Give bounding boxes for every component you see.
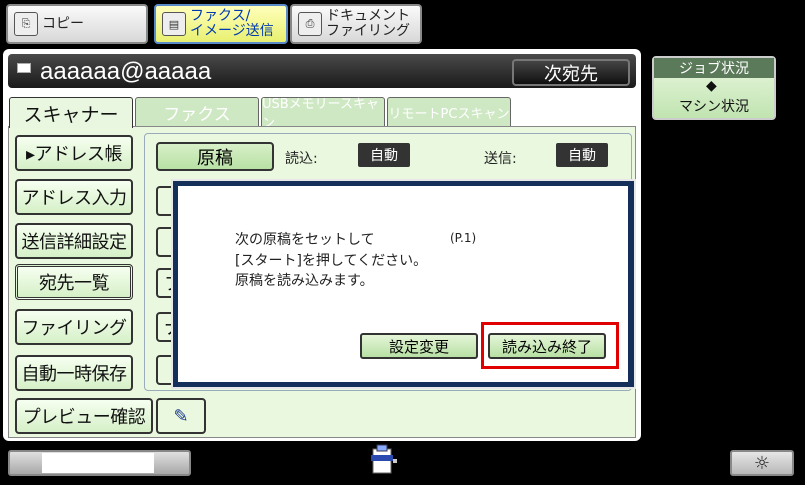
toggle-arrow-icon: ◆	[706, 78, 717, 94]
tab-remote-pc-scan[interactable]: リモートPCスキャン	[387, 97, 511, 126]
brightness-button[interactable]: ☼	[730, 450, 794, 476]
mode-tab-label: ファクス/ イメージ送信	[190, 8, 274, 39]
mode-tab-copy[interactable]: ⎘ コピー	[6, 4, 148, 44]
brightness-icon: ☼	[753, 452, 771, 474]
send-label: 送信:	[484, 151, 517, 167]
read-value: 自動	[358, 143, 410, 167]
read-label: 読込:	[285, 151, 318, 167]
change-settings-button[interactable]: 設定変更	[360, 333, 478, 359]
mode-tab-fax-image-send[interactable]: ▤ ファクス/ イメージ送信	[154, 4, 288, 44]
preview-edit-icon[interactable]: ✎	[156, 398, 206, 434]
mode-tab-label: コピー	[42, 15, 84, 32]
mode-tab-label: ドキュメント ファイリング	[326, 8, 410, 39]
sidebar-item-preview[interactable]: プレビュー確認	[15, 398, 153, 434]
send-value: 自動	[556, 143, 608, 167]
dialog-message-line1: 次の原稿をセットして	[235, 232, 375, 248]
scanner-status-icon	[365, 443, 401, 477]
sidebar-item-destination-list[interactable]: 宛先一覧	[15, 264, 133, 300]
dialog-page-number: (P.1)	[450, 231, 477, 245]
sidebar-item-address-book[interactable]: ▸アドレス帳	[15, 135, 133, 171]
original-button[interactable]: 原稿	[156, 142, 274, 171]
job-status-label: ジョブ状況	[654, 58, 774, 78]
machine-status-label: マシン状況	[679, 99, 749, 115]
sidebar-item-filing[interactable]: ファイリング	[15, 309, 133, 345]
next-destination-button[interactable]: 次宛先	[512, 59, 630, 86]
sidebar-item-send-settings[interactable]: 送信詳細設定	[15, 223, 133, 259]
tab-usb-memory-scan[interactable]: USBメモリースキャン	[261, 97, 385, 131]
mail-icon	[17, 63, 31, 73]
mode-tab-document-filing[interactable]: ⎙ ドキュメント ファイリング	[290, 4, 422, 44]
sidebar-item-auto-temp-save[interactable]: 自動一時保存	[15, 355, 133, 391]
destination-address: aaaaaa@aaaaa	[40, 58, 212, 85]
filing-icon: ⎙	[298, 12, 322, 36]
fax-icon: ▤	[162, 12, 186, 36]
tab-scanner[interactable]: スキャナー	[9, 97, 133, 128]
sidebar-item-address-entry[interactable]: アドレス入力	[15, 179, 133, 215]
dialog-message-line2: [スタート]を押してください。	[235, 253, 428, 269]
status-bar-field	[42, 453, 154, 473]
copy-icon: ⎘	[14, 12, 38, 36]
tab-fax[interactable]: ファクス	[135, 97, 259, 126]
dialog-message-line3: 原稿を読み込みます。	[235, 273, 374, 289]
highlight-box	[481, 322, 619, 369]
